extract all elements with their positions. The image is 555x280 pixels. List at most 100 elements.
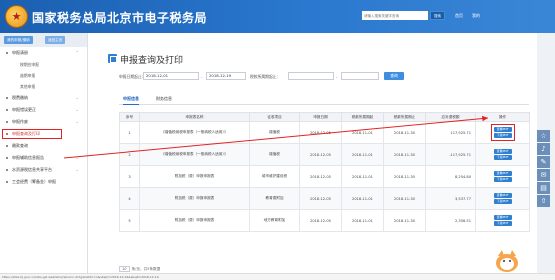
download-pdf-button[interactable]: 下载PDF: [493, 155, 512, 160]
date-to-input[interactable]: 2018-12-19: [206, 72, 246, 80]
view-pdf-button[interactable]: 查看PDF: [493, 171, 512, 176]
query-button[interactable]: 查询: [384, 72, 404, 80]
tab-declare-info[interactable]: 申报信息: [123, 96, 139, 105]
mascot-icon[interactable]: [493, 247, 521, 273]
sidebar-item-label: 申报清册: [12, 50, 28, 55]
back-home-button[interactable]: 返回主页: [45, 36, 66, 44]
bullet-icon: [6, 121, 8, 123]
sidebar-item-label: 申报辅助信息报告: [12, 155, 44, 160]
tax-emblem-icon: ★: [5, 5, 28, 28]
declare-date-label: 申报日期起止：: [119, 74, 146, 79]
page-size-select[interactable]: 10: [119, 266, 130, 272]
pen-icon[interactable]: ✎: [537, 156, 550, 168]
sidebar-item-payment-query[interactable]: 缴款查询: [0, 140, 87, 152]
sidebar-user-strip: 我的申报/缴纳 返回主页: [0, 33, 87, 47]
col-op: 操作: [475, 112, 530, 122]
cell-op: 查看PDF 下载PDF: [475, 121, 530, 144]
table-row: 4 附加税（费）申报申报表 教育费附加 2018-12-05 2018-11-0…: [119, 187, 530, 210]
cell-name: 附加税（费）申报申报表: [139, 187, 250, 210]
tax-to-input[interactable]: [341, 72, 379, 80]
download-pdf-button[interactable]: 下载PDF: [493, 133, 512, 138]
date-from-input[interactable]: 2018-12-01: [143, 72, 199, 80]
sidebar-subitem-overdue[interactable]: 逾期申报: [0, 70, 87, 81]
bullet-icon: [6, 181, 8, 183]
view-pdf-button[interactable]: 查看PDF: [493, 149, 512, 154]
bullet-icon: [6, 133, 8, 135]
page-title: 申报查询及打印: [120, 56, 184, 66]
arrow-up-icon[interactable]: ⇧: [537, 195, 550, 207]
sidebar-item-tax-payment[interactable]: 税费缴纳 ⌄: [0, 92, 87, 104]
cell-from: 2018-11-01: [341, 121, 384, 144]
chevron-down-icon: ⌄: [75, 167, 79, 172]
sidebar-item-water-tax[interactable]: 水资源税信息共享平台 ⌄: [0, 164, 87, 176]
cell-name: 附加税（费）申报申报表: [139, 209, 250, 232]
cell-op: 查看PDF 下载PDF: [475, 143, 530, 166]
sidebar-item-void[interactable]: 申报作废 ⌄: [0, 116, 87, 128]
sidebar-subitem-due[interactable]: 按期应申报: [0, 59, 87, 70]
cell-amount: -117,925.71: [425, 143, 476, 166]
download-pdf-button[interactable]: 下载PDF: [493, 221, 512, 226]
tax-period-label: 税款所属期起止：: [250, 74, 281, 79]
cell-no: 2: [119, 143, 140, 166]
sidebar-item-correction[interactable]: 申报错误更正 ⌄: [0, 104, 87, 116]
search-input[interactable]: [362, 11, 428, 20]
bullet-icon: [6, 169, 8, 171]
cell-from: 2018-11-01: [341, 209, 384, 232]
date-separator: -: [201, 74, 203, 79]
search-button[interactable]: 搜索: [430, 11, 445, 20]
view-pdf-button[interactable]: 查看PDF: [493, 127, 512, 132]
cell-from: 2018-11-01: [341, 143, 384, 166]
tax-separator: -: [336, 74, 338, 79]
cell-date: 2018-12-05: [299, 165, 342, 188]
nav-mine[interactable]: 我的: [472, 13, 480, 19]
pager-text: 条/页，共5条数据: [131, 267, 161, 271]
cell-name: 《增值税纳税申报表（一般纳税人适用）》: [139, 121, 250, 144]
my-declare-button[interactable]: 我的申报/缴纳: [4, 36, 33, 44]
sidebar-item-label: 缴款查询: [12, 143, 28, 148]
highlight-box: [2, 129, 62, 139]
sidebar-item-label: 工会经费（筹备金）申报: [12, 179, 56, 184]
document-icon[interactable]: ▤: [537, 182, 550, 194]
view-pdf-button[interactable]: 查看PDF: [493, 193, 512, 198]
cell-date: 2018-12-05: [299, 143, 342, 166]
cell-from: 2018-11-01: [341, 165, 384, 188]
sidebar-item-label: 税费缴纳: [12, 95, 28, 100]
sidebar-item-union-fee[interactable]: 工会经费（筹备金）申报: [0, 176, 87, 188]
cell-item: 教育费附加: [249, 187, 300, 210]
nav-home[interactable]: 首页: [455, 13, 463, 19]
star-icon[interactable]: ☆: [537, 130, 550, 142]
cell-to: 2018-11-30: [383, 143, 426, 166]
chevron-up-icon: ⌃: [75, 50, 79, 55]
cell-op: 查看PDF 下载PDF: [475, 187, 530, 210]
highlight-box: 查看PDF 下载PDF: [490, 124, 515, 141]
bell-icon[interactable]: ♪: [537, 143, 550, 155]
sidebar-item-declare-list[interactable]: 申报清册 ⌃: [0, 47, 87, 59]
table-row: 2 《增值税纳税申报表（一般纳税人适用）》 增值税 2018-12-05 201…: [119, 143, 530, 166]
download-pdf-button[interactable]: 下载PDF: [493, 199, 512, 204]
declare-table: 序号 申报表名称 征收项目 申报日期 税款所属期起 税款所属期止 应补退税额 操…: [119, 112, 530, 232]
view-pdf-button[interactable]: 查看PDF: [493, 215, 512, 220]
cell-item: 地方教育附加: [249, 209, 300, 232]
table-header-row: 序号 申报表名称 征收项目 申报日期 税款所属期起 税款所属期止 应补退税额 操…: [119, 112, 530, 122]
cell-no: 1: [119, 121, 140, 144]
top-header: ★ 国家税务总局北京市电子税务局 搜索 首页 我的: [0, 0, 555, 33]
sidebar-item-query-print[interactable]: 申报查询及打印: [0, 128, 87, 140]
cell-name: 附加税（费）申报申报表: [139, 165, 250, 188]
sidebar-subitem-other[interactable]: 其他申报: [0, 81, 87, 92]
sidebar-item-label: 申报作废: [12, 119, 28, 124]
chat-icon[interactable]: ✉: [537, 169, 550, 181]
cell-amount: 8,254.80: [425, 165, 476, 188]
sidebar-item-aux-report[interactable]: 申报辅助信息报告 ⌄: [0, 152, 87, 164]
cell-amount: 117,925.71: [425, 121, 476, 144]
right-float-toolbar: ☆ ♪ ✎ ✉ ▤ ⇧: [537, 130, 550, 208]
bullet-icon: [6, 157, 8, 159]
chevron-down-icon: ⌄: [75, 155, 79, 160]
tab-finance-info[interactable]: 财务信息: [156, 96, 172, 102]
cell-item: 增值税: [249, 143, 300, 166]
download-pdf-button[interactable]: 下载PDF: [493, 177, 512, 182]
sidebar-item-label: 申报错误更正: [12, 107, 36, 112]
cell-no: 3: [119, 165, 140, 188]
tax-from-input[interactable]: [288, 72, 334, 80]
cell-op: 查看PDF 下载PDF: [475, 165, 530, 188]
cell-to: 2018-11-30: [383, 209, 426, 232]
